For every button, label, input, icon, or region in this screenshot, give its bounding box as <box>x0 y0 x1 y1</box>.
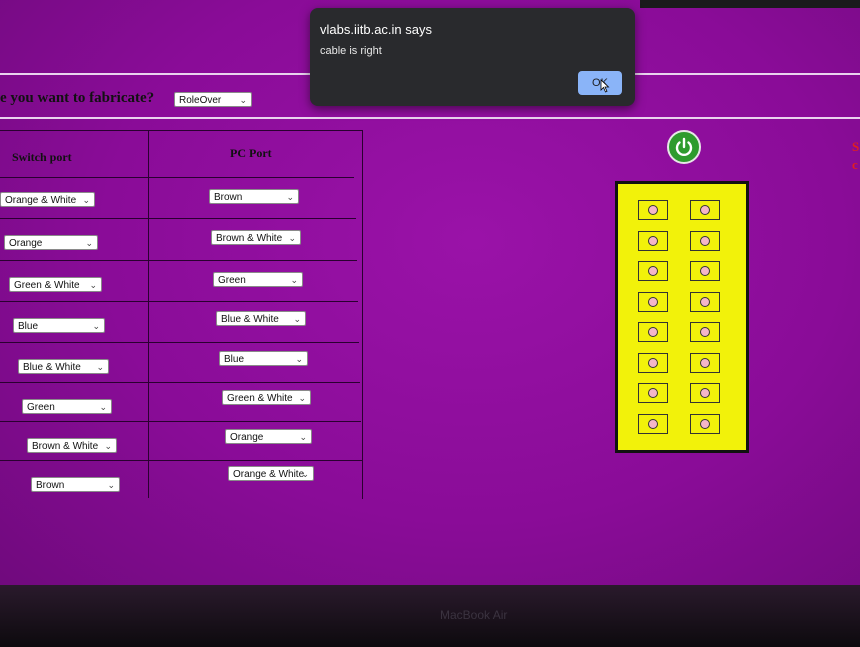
chevron-down-icon: ⌄ <box>82 195 90 205</box>
chevron-down-icon: ⌄ <box>107 480 115 490</box>
cable-type-select[interactable]: RoleOver ⌄ <box>174 92 252 107</box>
chevron-down-icon: ⌄ <box>89 280 97 290</box>
power-icon <box>675 137 693 157</box>
bezel-label: MacBook Air <box>440 608 508 622</box>
panel-port-r6-c1[interactable] <box>638 352 668 373</box>
panel-port-r3-c1[interactable] <box>638 261 668 281</box>
switch-port-header: Switch port <box>12 150 72 164</box>
port-dot-icon <box>648 418 658 429</box>
port-dot-icon <box>648 235 658 246</box>
panel-port-r5-c1[interactable] <box>638 322 668 342</box>
pc-port-select-3[interactable]: Green ⌄ <box>213 272 303 287</box>
chevron-down-icon: ⌄ <box>293 314 301 324</box>
switch-port-select-7[interactable]: Brown & White ⌄ <box>27 438 117 453</box>
question-divider <box>0 117 860 119</box>
pc-port-select-2[interactable]: Brown & White ⌄ <box>211 230 301 245</box>
panel-port-r8-c2[interactable] <box>690 413 720 434</box>
dialog-title: vlabs.iitb.ac.in says <box>320 22 432 37</box>
pc-port-select-1[interactable]: Brown ⌄ <box>209 189 299 204</box>
row-divider <box>0 342 359 343</box>
port-dot-icon <box>648 388 658 398</box>
dialog-message: cable is right <box>320 45 382 57</box>
chevron-down-icon: ⌄ <box>299 432 307 442</box>
patch-panel <box>615 181 749 453</box>
chevron-down-icon: ⌄ <box>295 354 303 364</box>
chevron-down-icon: ⌄ <box>239 95 247 105</box>
alert-dialog: vlabs.iitb.ac.in says cable is right OK <box>310 8 635 106</box>
panel-port-r7-c2[interactable] <box>690 383 720 403</box>
panel-port-r4-c1[interactable] <box>638 291 668 312</box>
port-dot-icon <box>700 388 710 398</box>
panel-port-r2-c2[interactable] <box>690 230 720 251</box>
pc-port-select-7[interactable]: Orange ⌄ <box>225 429 312 444</box>
row-divider <box>0 460 362 461</box>
chevron-down-icon: ⌄ <box>104 441 112 451</box>
panel-port-r4-c2[interactable] <box>690 291 720 312</box>
chevron-down-icon: ⌄ <box>298 393 306 403</box>
row-divider <box>0 218 356 219</box>
switch-port-select-1[interactable]: Orange & White ⌄ <box>0 192 95 207</box>
row-divider <box>0 260 357 261</box>
fabricate-question: e you want to fabricate? <box>0 90 155 106</box>
chevron-down-icon: ⌄ <box>99 402 107 412</box>
port-dot-icon <box>700 418 710 429</box>
chevron-down-icon: ⌄ <box>85 238 93 248</box>
panel-port-r3-c2[interactable] <box>690 261 720 281</box>
panel-port-r5-c2[interactable] <box>690 322 720 342</box>
cable-type-value: RoleOver <box>179 95 222 106</box>
port-dot-icon <box>700 205 710 215</box>
chevron-down-icon: ⌄ <box>96 362 104 372</box>
switch-port-select-3[interactable]: Green & White ⌄ <box>9 277 102 292</box>
panel-port-r6-c2[interactable] <box>690 352 720 373</box>
row-divider <box>0 382 360 383</box>
port-dot-icon <box>700 296 710 307</box>
port-dot-icon <box>700 327 710 337</box>
chevron-down-icon: ⌄ <box>288 233 296 243</box>
panel-port-r1-c1[interactable] <box>638 200 668 220</box>
pc-port-select-6[interactable]: Green & White ⌄ <box>222 390 311 405</box>
port-dot-icon <box>700 357 710 368</box>
port-dot-icon <box>700 235 710 246</box>
mouse-cursor-icon <box>600 79 610 93</box>
chevron-down-icon: ⌄ <box>92 321 100 331</box>
port-dot-icon <box>648 296 658 307</box>
pc-port-select-8[interactable]: Orange & White ⌄ <box>228 466 314 481</box>
switch-port-select-4[interactable]: Blue ⌄ <box>13 318 105 333</box>
chevron-down-icon: ⌄ <box>301 469 309 479</box>
power-button[interactable] <box>667 130 701 164</box>
pc-port-header: PC Port <box>230 146 272 160</box>
port-dot-icon <box>648 357 658 368</box>
row-divider <box>0 177 354 178</box>
pc-port-select-4[interactable]: Blue & White ⌄ <box>216 311 306 326</box>
port-dot-icon <box>648 266 658 276</box>
column-divider <box>148 130 149 498</box>
browser-toolbar-strip <box>640 0 860 8</box>
switch-port-select-8[interactable]: Brown ⌄ <box>31 477 120 492</box>
panel-port-r8-c1[interactable] <box>638 413 668 434</box>
row-divider <box>0 421 361 422</box>
port-dot-icon <box>648 327 658 337</box>
pc-port-select-5[interactable]: Blue ⌄ <box>219 351 308 366</box>
switch-port-select-5[interactable]: Blue & White ⌄ <box>18 359 109 374</box>
row-divider <box>0 301 358 302</box>
laptop-bezel <box>0 585 860 647</box>
panel-port-r7-c1[interactable] <box>638 383 668 403</box>
panel-port-r2-c1[interactable] <box>638 230 668 251</box>
truncated-red-text: Sc <box>852 139 860 172</box>
port-dot-icon <box>648 205 658 215</box>
panel-port-r1-c2[interactable] <box>690 200 720 220</box>
port-dot-icon <box>700 266 710 276</box>
chevron-down-icon: ⌄ <box>290 275 298 285</box>
switch-port-select-6[interactable]: Green ⌄ <box>22 399 112 414</box>
chevron-down-icon: ⌄ <box>286 192 294 202</box>
switch-port-select-2[interactable]: Orange ⌄ <box>4 235 98 250</box>
